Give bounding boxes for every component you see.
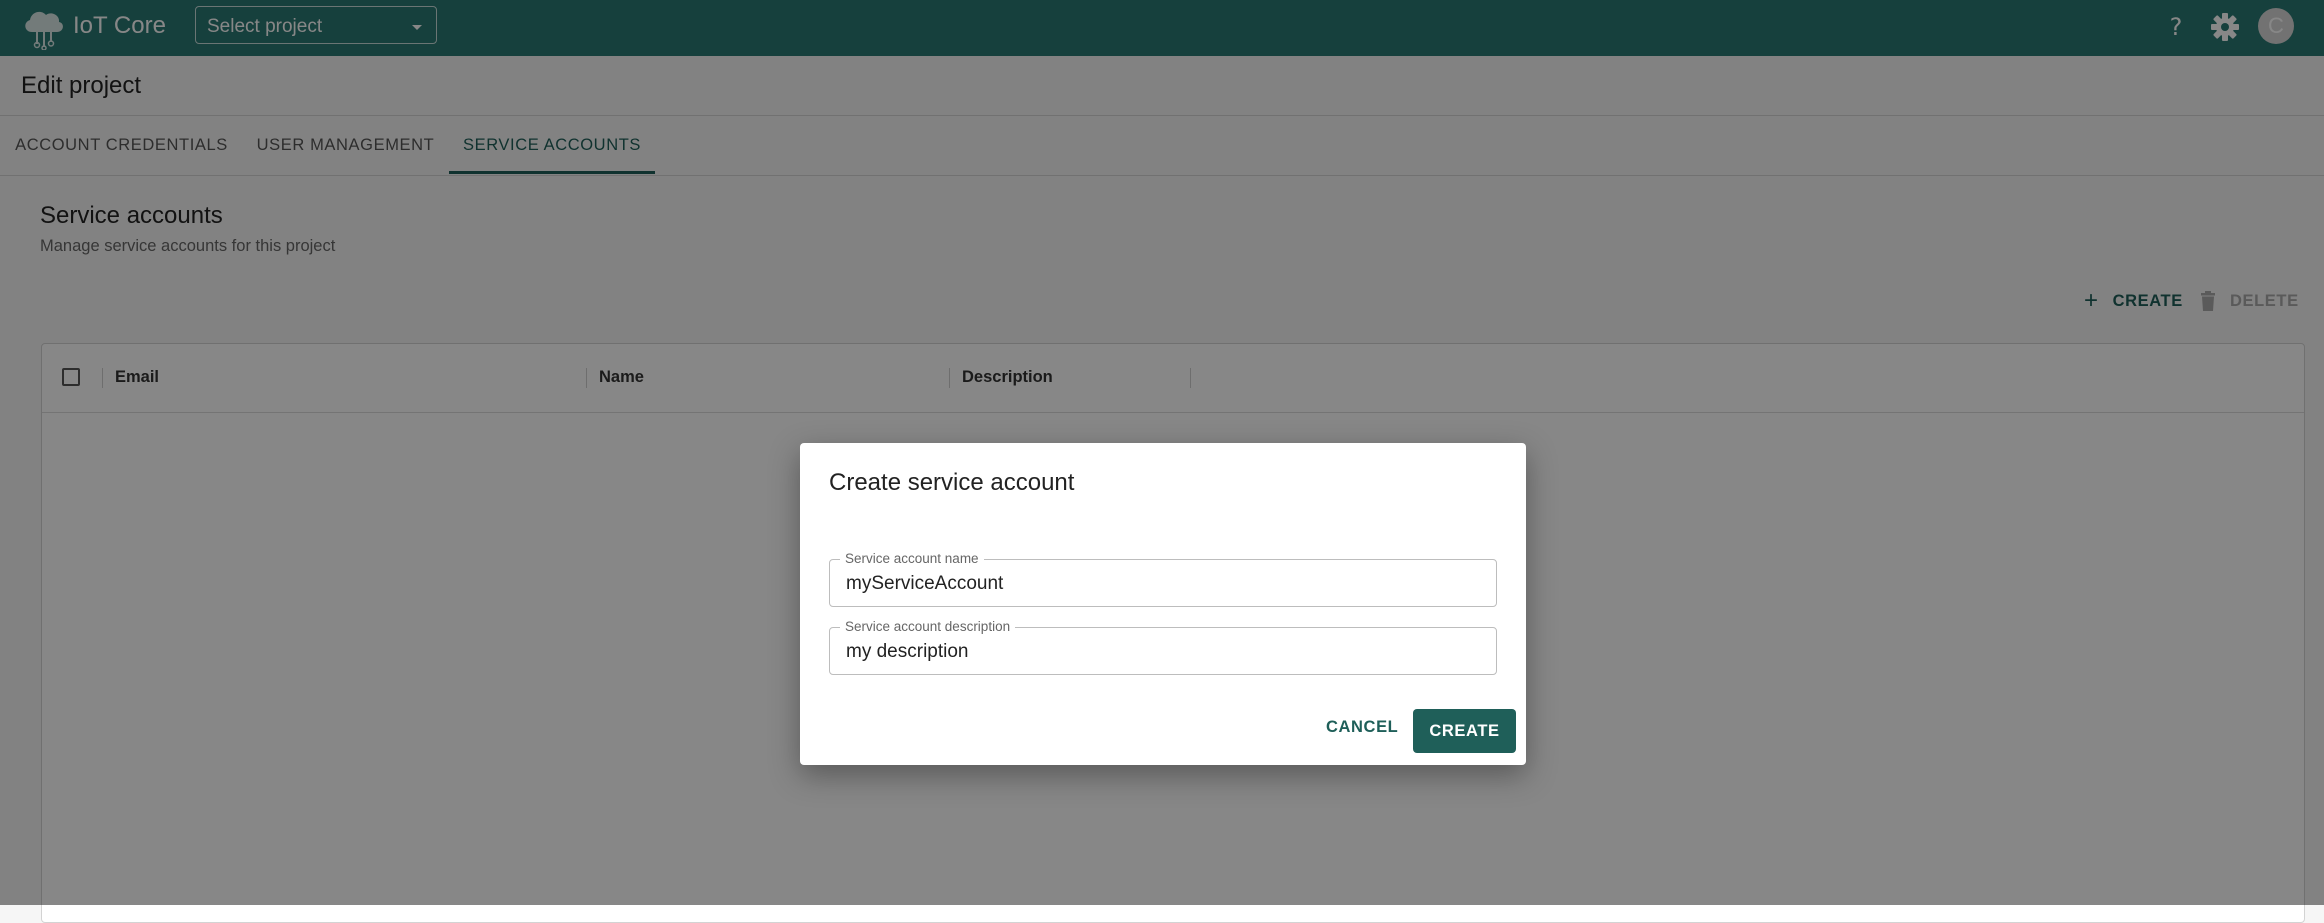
cancel-button[interactable]: CANCEL [1314, 705, 1410, 749]
create-service-account-dialog: Create service account Service account n… [800, 443, 1526, 765]
service-account-name-field[interactable]: Service account name myServiceAccount [829, 551, 1497, 607]
service-account-description-field[interactable]: Service account description my descripti… [829, 619, 1497, 675]
service-account-description-input[interactable]: my description [846, 641, 969, 663]
dialog-title: Create service account [829, 469, 1075, 496]
service-account-name-label: Service account name [840, 551, 984, 567]
dialog-create-button[interactable]: CREATE [1413, 709, 1516, 753]
service-account-description-label: Service account description [840, 619, 1016, 635]
service-account-name-input[interactable]: myServiceAccount [846, 573, 1003, 595]
